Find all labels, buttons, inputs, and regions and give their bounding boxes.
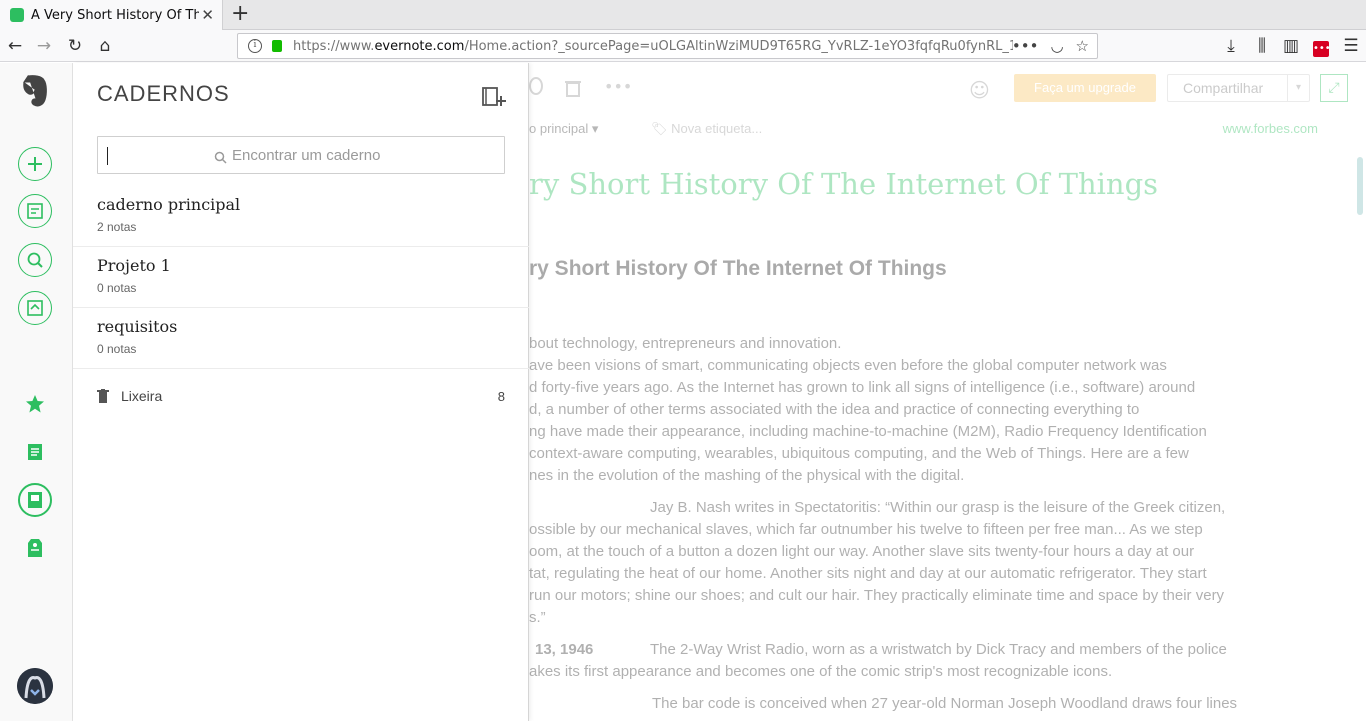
url-bar[interactable]: i https://www.evernote.com/Home.action?_… [237,33,1098,59]
url-text[interactable]: https://www.evernote.com/Home.action?_so… [293,39,1013,54]
share-dropdown-icon[interactable]: ▾ [1287,75,1309,101]
note-line: 13, 1946 The 2-Way Wrist Radio, worn as a… [529,639,1309,661]
trash-item[interactable]: Lixeira 8 [97,385,505,407]
new-tab-icon[interactable]: + [231,3,249,25]
note-title[interactable]: ry Short History Of The Internet Of Thin… [529,167,1158,201]
reload-icon[interactable]: ↻ [64,35,86,57]
tab-title: A Very Short History Of Th [31,7,199,23]
note-scrollbar[interactable] [1357,157,1363,215]
tag-input[interactable]: 🏷 Nova etiqueta... [651,121,762,137]
note-line: context-aware computing, wearables, ubiq… [529,445,1189,462]
notebook-name: caderno principal [97,195,241,214]
share-button[interactable]: Compartilhar ▾ [1167,74,1310,102]
note-line: The bar code is conceived when 27 year-o… [652,695,1238,712]
new-note-icon[interactable] [18,147,52,181]
notebook-search-input[interactable] [98,137,504,173]
forward-icon[interactable]: → [33,35,55,57]
new-notebook-icon[interactable] [481,83,507,109]
note-line: nes in the evolution of the mashing of t… [529,467,965,484]
menu-icon[interactable]: ☰ [1340,35,1362,57]
note-line: oom, at the touch of a button a dozen li… [529,543,1195,560]
notebook-item-requisitos[interactable]: requisitos 0 notas [73,308,529,369]
extension-icon[interactable]: ••• [1310,35,1332,57]
trash-can-icon [97,389,109,403]
notebook-note-count: 0 notas [97,281,137,295]
lock-icon [272,40,282,52]
upgrade-button[interactable]: Faça um upgrade [1014,74,1156,102]
panel-title: CADERNOS [97,81,230,106]
note-line: bout technology, entrepreneurs and innov… [529,335,842,352]
note-line: akes its first appearance and becomes on… [529,663,1113,680]
user-avatar[interactable] [17,668,53,704]
trash-icon[interactable] [565,79,581,97]
library-icon[interactable]: ⫼ [1251,35,1273,57]
pocket-icon[interactable]: ◡ [1050,37,1063,55]
evernote-favicon-icon [10,8,24,22]
shortcuts-star-icon[interactable] [18,387,52,421]
more-icon[interactable]: ••• [604,77,632,96]
work-chat-icon[interactable] [18,194,52,228]
bookmark-star-icon[interactable]: ☆ [1076,37,1089,55]
note-line: ave been visions of smart, communicating… [529,357,1167,374]
notebook-selector[interactable]: o principal ▾ [529,121,598,137]
note-line: ossible by our mechanical slaves, which … [529,521,1203,538]
evernote-logo-icon[interactable] [18,74,52,108]
trash-label: Lixeira [121,388,163,404]
notebook-search-box[interactable] [97,136,505,174]
sync-share-icon[interactable] [18,291,52,325]
note-date: 13, 1946 [535,641,594,658]
site-info-icon[interactable]: i [248,39,262,53]
page-actions-icon[interactable]: ••• [1012,37,1039,55]
info-icon[interactable] [529,77,543,95]
note-heading: ry Short History Of The Internet Of Thin… [529,257,947,280]
note-line: d, a number of other terms associated wi… [529,401,1140,418]
search-icon[interactable] [18,243,52,277]
workchat-icon[interactable]: ☺ [969,78,990,102]
browser-nav-bar: ← → ↻ ⌂ i https://www.evernote.com/Home.… [0,30,1366,62]
note-meta: o principal ▾ 🏷 Nova etiqueta... www.for… [529,121,1366,141]
note-line: d forty-five years ago. As the Internet … [529,379,1196,396]
notebook-item-projeto-1[interactable]: Projeto 1 0 notas [73,247,529,308]
note-line: tat, regulating the heat of our home. An… [529,565,1207,582]
note-line: Jay B. Nash writes in Spectatoritis: “Wi… [650,499,1226,516]
notebooks-panel: CADERNOS caderno principal 2 notas Proje… [73,63,529,721]
notes-icon[interactable] [18,435,52,469]
left-rail [0,63,73,721]
source-link[interactable]: www.forbes.com [1223,121,1318,136]
note-line: run our motors; shine our shoes; and cul… [529,587,1225,604]
expand-icon[interactable]: ⤢ [1320,74,1348,102]
notebook-note-count: 2 notas [97,220,137,234]
home-icon[interactable]: ⌂ [94,35,116,57]
note-editor: ••• ☺ Faça um upgrade Compartilhar ▾ ⤢ o … [529,63,1366,721]
sidebar-icon[interactable]: ▥ [1280,35,1302,57]
notebooks-icon[interactable] [18,483,52,517]
notebook-item-caderno-principal[interactable]: caderno principal 2 notas [73,186,529,247]
note-toolbar: ••• ☺ Faça um upgrade Compartilhar ▾ ⤢ [529,63,1366,113]
notebook-name: Projeto 1 [97,256,171,275]
notebook-name: requisitos [97,317,178,336]
close-tab-icon[interactable]: ✕ [201,6,214,24]
back-icon[interactable]: ← [4,35,26,57]
note-content[interactable]: bout technology, entrepreneurs and innov… [529,333,1309,715]
notebook-list: caderno principal 2 notas Projeto 1 0 no… [73,186,529,369]
tags-icon[interactable] [18,531,52,565]
browser-tab[interactable]: A Very Short History Of Th ✕ [0,0,223,30]
note-line: ng have made their appearance, including… [529,423,1207,440]
downloads-icon[interactable]: ⤓ [1220,35,1242,57]
trash-count: 8 [497,388,505,404]
notebook-note-count: 0 notas [97,342,137,356]
note-line: s.” [529,609,546,626]
browser-tab-bar: A Very Short History Of Th ✕ + [0,0,1366,30]
